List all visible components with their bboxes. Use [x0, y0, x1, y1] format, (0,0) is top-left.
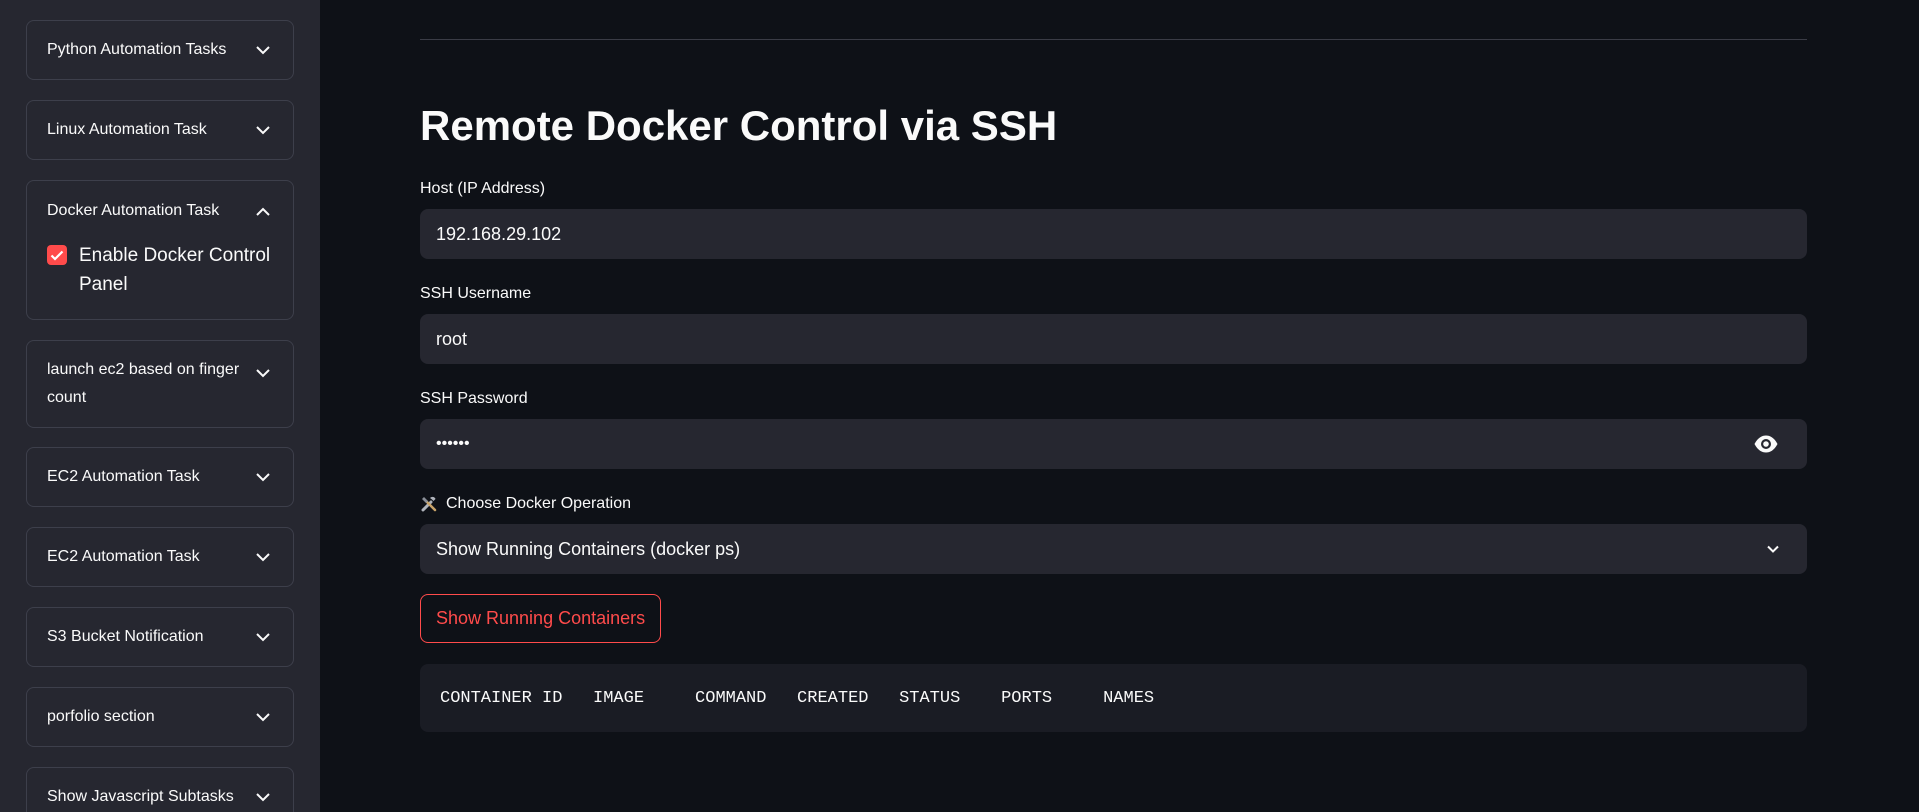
expander-header[interactable]: EC2 Automation Task	[47, 528, 273, 586]
chevron-down-icon	[253, 787, 273, 807]
expander-label: Show Javascript Subtasks	[47, 788, 234, 805]
chevron-down-icon	[253, 547, 273, 567]
operation-label: Choose Docker Operation	[446, 495, 631, 512]
sidebar: Python Automation Tasks Linux Automation…	[0, 0, 320, 812]
host-input[interactable]: 192.168.29.102	[420, 209, 1807, 259]
password-input[interactable]: ••••••	[420, 419, 1807, 469]
operation-label-row: Choose Docker Operation	[420, 493, 631, 515]
expander-label: Python Automation Tasks	[47, 41, 227, 58]
main-content: Remote Docker Control via SSH Host (IP A…	[420, 0, 1807, 812]
expander-s3-bucket-notification[interactable]: S3 Bucket Notification	[26, 607, 294, 667]
expander-docker-automation: Docker Automation Task Enable Docker Con…	[26, 180, 294, 320]
show-running-containers-button[interactable]: Show Running Containers	[420, 594, 662, 643]
chevron-down-icon	[253, 627, 273, 647]
expander-label: EC2 Automation Task	[47, 548, 200, 565]
expander-header[interactable]: EC2 Automation Task	[47, 448, 273, 506]
expander-label: porfolio section	[47, 708, 155, 725]
expander-header[interactable]: Python Automation Tasks	[47, 21, 273, 79]
command-output: CONTAINER ID IMAGE COMMAND CREATED STATU…	[420, 664, 1807, 732]
expander-ec2-automation-2[interactable]: EC2 Automation Task	[26, 527, 294, 587]
expander-header[interactable]: Show Javascript Subtasks	[47, 768, 273, 812]
expander-portfolio-section[interactable]: porfolio section	[26, 687, 294, 747]
tools-icon	[420, 495, 438, 513]
operation-select-value: Show Running Containers (docker ps)	[436, 538, 741, 559]
expander-header[interactable]: porfolio section	[47, 688, 273, 746]
expander-label: launch ec2 based on finger count	[47, 361, 240, 406]
expander-label: S3 Bucket Notification	[47, 628, 204, 645]
expander-header[interactable]: S3 Bucket Notification	[47, 608, 273, 666]
chevron-down-icon	[253, 707, 273, 727]
enable-docker-control-checkbox[interactable]	[47, 245, 67, 265]
expander-label: Docker Automation Task	[47, 202, 220, 219]
checkbox-label: Enable Docker Control Panel	[79, 245, 271, 295]
host-input-value: 192.168.29.102	[436, 223, 562, 244]
chevron-down-icon	[253, 40, 273, 60]
divider	[420, 39, 1807, 40]
expander-linux-automation[interactable]: Linux Automation Task	[26, 100, 294, 160]
expander-header[interactable]: Docker Automation Task	[47, 197, 273, 225]
chevron-down-icon	[253, 467, 273, 487]
page-title: Remote Docker Control via SSH	[420, 102, 1058, 149]
expander-header[interactable]: Linux Automation Task	[47, 101, 273, 159]
username-label: SSH Username	[420, 285, 532, 302]
expander-python-automation[interactable]: Python Automation Tasks	[26, 20, 294, 80]
expander-label: EC2 Automation Task	[47, 468, 200, 485]
app-root: Python Automation Tasks Linux Automation…	[0, 0, 1919, 812]
expander-label: Linux Automation Task	[47, 121, 207, 138]
eye-icon[interactable]	[1753, 432, 1779, 456]
chevron-down-icon	[1763, 539, 1783, 564]
expander-ec2-automation-1[interactable]: EC2 Automation Task	[26, 447, 294, 507]
chevron-down-icon	[253, 363, 273, 383]
expander-launch-ec2-finger[interactable]: launch ec2 based on finger count	[26, 340, 294, 428]
chevron-up-icon	[253, 201, 273, 221]
expander-header[interactable]: launch ec2 based on finger count	[47, 341, 273, 427]
operation-select[interactable]: Show Running Containers (docker ps)	[420, 524, 1807, 574]
chevron-down-icon	[253, 120, 273, 140]
host-label: Host (IP Address)	[420, 180, 546, 197]
username-input-value: root	[436, 328, 468, 349]
password-input-value: ••••••	[436, 435, 470, 452]
password-label: SSH Password	[420, 390, 528, 407]
username-input[interactable]: root	[420, 314, 1807, 364]
expander-javascript-subtasks[interactable]: Show Javascript Subtasks	[26, 767, 294, 812]
enable-docker-control-checkbox-row[interactable]: Enable Docker Control Panel	[47, 241, 277, 299]
